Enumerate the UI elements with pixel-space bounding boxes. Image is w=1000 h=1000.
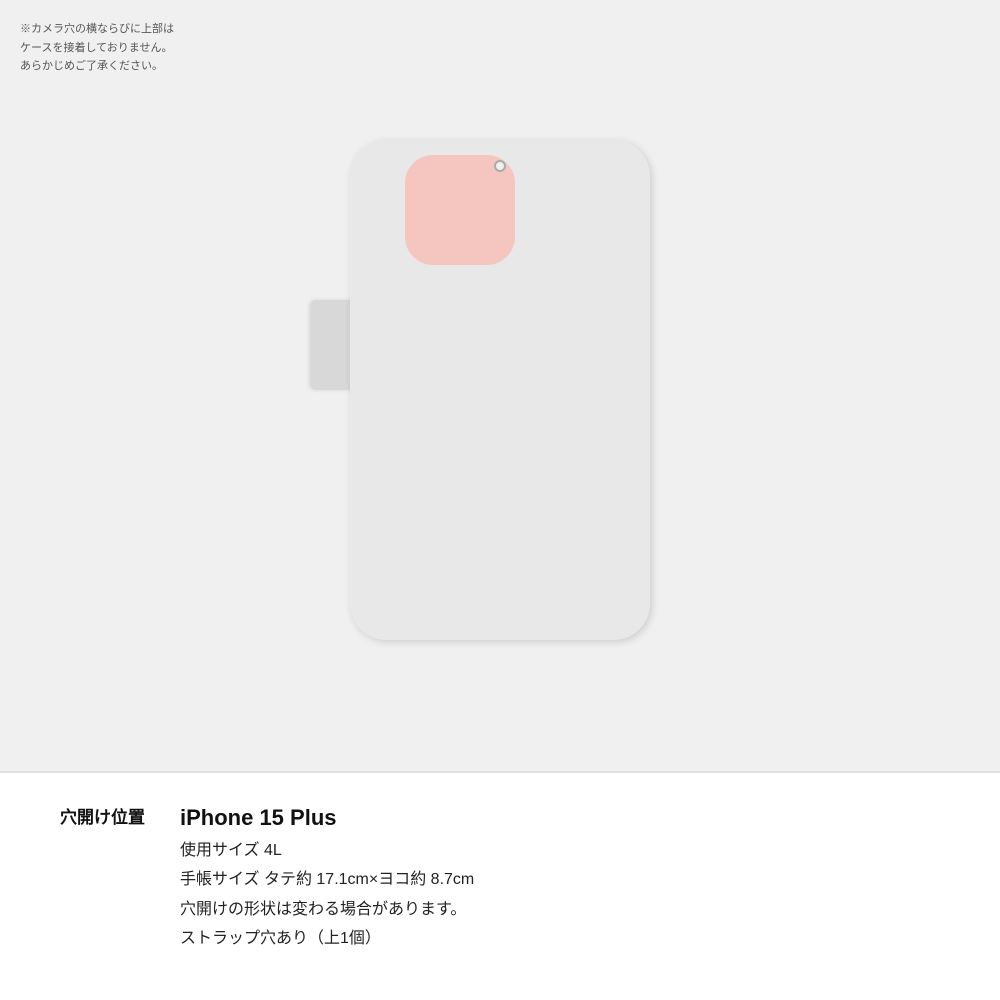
camera-note-text: ※カメラ穴の横ならびに上部は ケースを接着しておりません。 あらかじめご了承くだ… — [20, 20, 174, 76]
strap-tab — [310, 300, 354, 390]
info-content: iPhone 15 Plus 使用サイズ 4L 手帳サイズ タテ約 17.1cm… — [180, 803, 474, 952]
size-label: 使用サイズ 4L — [180, 838, 474, 864]
info-section: 穴開け位置 iPhone 15 Plus 使用サイズ 4L 手帳サイズ タテ約 … — [0, 772, 1000, 1000]
case-body — [350, 140, 650, 640]
strap-hole — [494, 160, 506, 172]
info-row-main: 穴開け位置 iPhone 15 Plus 使用サイズ 4L 手帳サイズ タテ約 … — [60, 803, 940, 952]
case-illustration — [310, 140, 690, 660]
dimensions-label: 手帳サイズ タテ約 17.1cm×ヨコ約 8.7cm — [180, 867, 474, 893]
case-image-area: ※カメラ穴の横ならびに上部は ケースを接着しておりません。 あらかじめご了承くだ… — [0, 0, 1000, 771]
shape-note: 穴開けの形状は変わる場合があります。 — [180, 897, 474, 923]
device-name: iPhone 15 Plus — [180, 803, 474, 834]
info-label: 穴開け位置 — [60, 803, 180, 828]
page-container: ※カメラ穴の横ならびに上部は ケースを接着しておりません。 あらかじめご了承くだ… — [0, 0, 1000, 1000]
strap-note: ストラップ穴あり（上1個） — [180, 926, 474, 952]
